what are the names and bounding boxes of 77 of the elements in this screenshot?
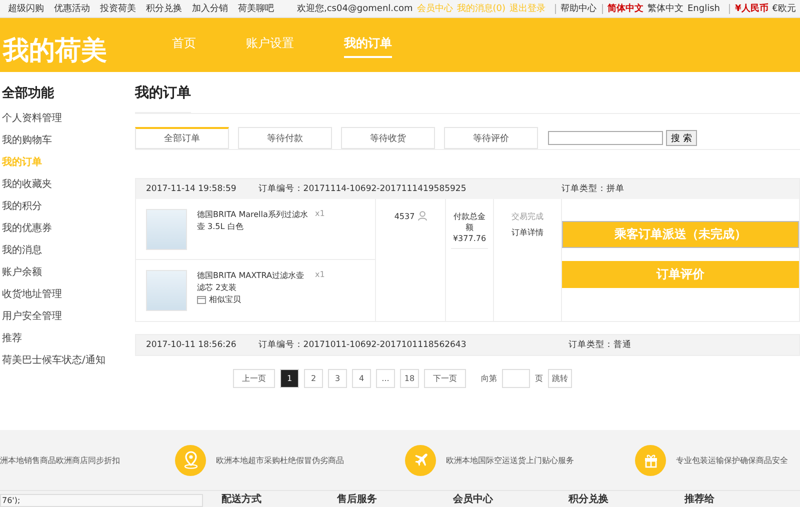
sidebar-item[interactable]: 个人资料管理 bbox=[2, 108, 135, 130]
order-tab[interactable]: 等待收货 bbox=[341, 127, 435, 149]
sidebar-item[interactable]: 我的积分 bbox=[2, 196, 135, 218]
sidebar-item[interactable]: 收货地址管理 bbox=[2, 284, 135, 306]
sidebar-item[interactable]: 我的收藏夹 bbox=[2, 174, 135, 196]
product-quantity: x1 bbox=[315, 270, 325, 281]
sidebar-title: 全部功能 bbox=[2, 84, 55, 102]
top-link[interactable]: 积分兑换 bbox=[146, 2, 182, 15]
footer-heading: 会员中心 bbox=[452, 493, 494, 507]
user-id: 4537 bbox=[394, 212, 415, 220]
order-detail-link[interactable]: 订单详情 bbox=[512, 228, 544, 237]
page-button[interactable]: 1 bbox=[280, 369, 299, 388]
top-link[interactable]: 超级闪购 bbox=[8, 2, 44, 15]
page-label: 页 bbox=[535, 373, 543, 384]
top-link[interactable]: 优惠活动 bbox=[54, 2, 90, 15]
top-link[interactable]: 加入分销 bbox=[192, 2, 228, 15]
language-link[interactable]: 繁体中文 bbox=[648, 2, 684, 15]
search-button[interactable]: 搜 索 bbox=[666, 130, 697, 146]
order-date: 2017-11-14 19:58:59 bbox=[146, 184, 236, 194]
sidebar-item[interactable]: 荷美巴士候车状态/通知 bbox=[2, 350, 135, 372]
total-label: 付款总金额 bbox=[452, 211, 486, 233]
product-name[interactable]: 德国BRITA MAXTRA过滤水壶滤芯 2支装 bbox=[197, 270, 309, 294]
prev-page-button[interactable]: 上一页 bbox=[233, 369, 275, 388]
order-tab[interactable]: 等待评价 bbox=[444, 127, 538, 149]
footer-heading: 积分兑换 bbox=[568, 493, 610, 507]
product-quantity: x1 bbox=[315, 209, 325, 220]
order-tab[interactable]: 等待付款 bbox=[238, 127, 332, 149]
person-icon bbox=[418, 211, 427, 221]
footer-heading: 推荐给 bbox=[684, 493, 716, 507]
help-link[interactable]: 帮助中心 bbox=[560, 2, 596, 15]
text-field[interactable]: 76'); bbox=[0, 494, 204, 507]
product-photo-placeholder bbox=[146, 209, 187, 250]
order-tab[interactable]: 全部订单 bbox=[135, 127, 229, 149]
top-link[interactable]: 投资荷美 bbox=[100, 2, 136, 15]
sidebar-item[interactable]: 我的消息 bbox=[2, 240, 135, 262]
product-photo-placeholder bbox=[146, 270, 187, 311]
sidebar-item[interactable]: 账户余额 bbox=[2, 262, 135, 284]
similar-icon bbox=[197, 296, 206, 304]
sidebar-item[interactable]: 我的优惠券 bbox=[2, 218, 135, 240]
order-date: 2017-10-11 18:56:26 bbox=[146, 340, 236, 350]
language-link[interactable]: 简体中文 bbox=[608, 2, 644, 15]
page-button[interactable]: ... bbox=[376, 369, 395, 388]
feature-text: 洲本地销售商品欧洲商店同步折扣 bbox=[0, 454, 120, 466]
page-title: 我的订单 bbox=[135, 84, 191, 113]
top-link[interactable]: 荷美聊吧 bbox=[238, 2, 274, 15]
page-button[interactable]: 18 bbox=[400, 369, 419, 388]
similar-link[interactable]: 相似宝贝 bbox=[209, 294, 241, 306]
feature-text: 专业包装运输保护确保商品安全 bbox=[676, 454, 788, 466]
site-logo: 我的荷美 bbox=[2, 35, 108, 68]
language-link[interactable]: English bbox=[688, 4, 720, 14]
total-amount: ¥377.76 bbox=[452, 233, 488, 244]
next-page-button[interactable]: 下一页 bbox=[424, 369, 466, 388]
product-name[interactable]: 德国BRITA Marella系列过滤水壶 3.5L 白色 bbox=[197, 209, 309, 233]
currency-link[interactable]: ¥人民币 bbox=[735, 2, 768, 15]
order-status: 交易完成 bbox=[510, 211, 544, 222]
sidebar-item[interactable]: 用户安全管理 bbox=[2, 306, 135, 328]
footer-heading: 售后服务 bbox=[337, 493, 378, 507]
currency-link[interactable]: €欧元 bbox=[772, 2, 796, 15]
gift-icon bbox=[642, 452, 658, 468]
sidebar-item[interactable]: 我的购物车 bbox=[2, 130, 135, 152]
footer-heading: 配送方式 bbox=[221, 493, 262, 507]
page-button[interactable]: 4 bbox=[352, 369, 371, 388]
sidebar-item[interactable]: 推荐 bbox=[2, 328, 135, 350]
order-type: 订单类型：拼单 bbox=[561, 183, 624, 195]
feature-text: 欧洲本地国际空运送货上门贴心服务 bbox=[446, 454, 574, 466]
order-type: 订单类型：普通 bbox=[568, 339, 632, 351]
goto-button[interactable]: 跳转 bbox=[548, 369, 572, 388]
page-button[interactable]: 2 bbox=[304, 369, 323, 388]
page-number-field[interactable] bbox=[502, 369, 530, 388]
welcome-text: 欢迎您,cs04@gomenl.com bbox=[296, 2, 413, 15]
order-number: 订单编号：20171114-10692-2017111419585925 bbox=[258, 183, 466, 195]
search-field[interactable] bbox=[548, 131, 663, 145]
location-pin-icon bbox=[182, 451, 198, 469]
goto-label: 向第 bbox=[481, 373, 497, 384]
feature-text: 欧洲本地超市采购杜绝假冒伪劣商品 bbox=[216, 454, 344, 466]
order-number: 订单编号：20171011-10692-2017101118562643 bbox=[258, 339, 466, 351]
page-button[interactable]: 3 bbox=[328, 369, 347, 388]
